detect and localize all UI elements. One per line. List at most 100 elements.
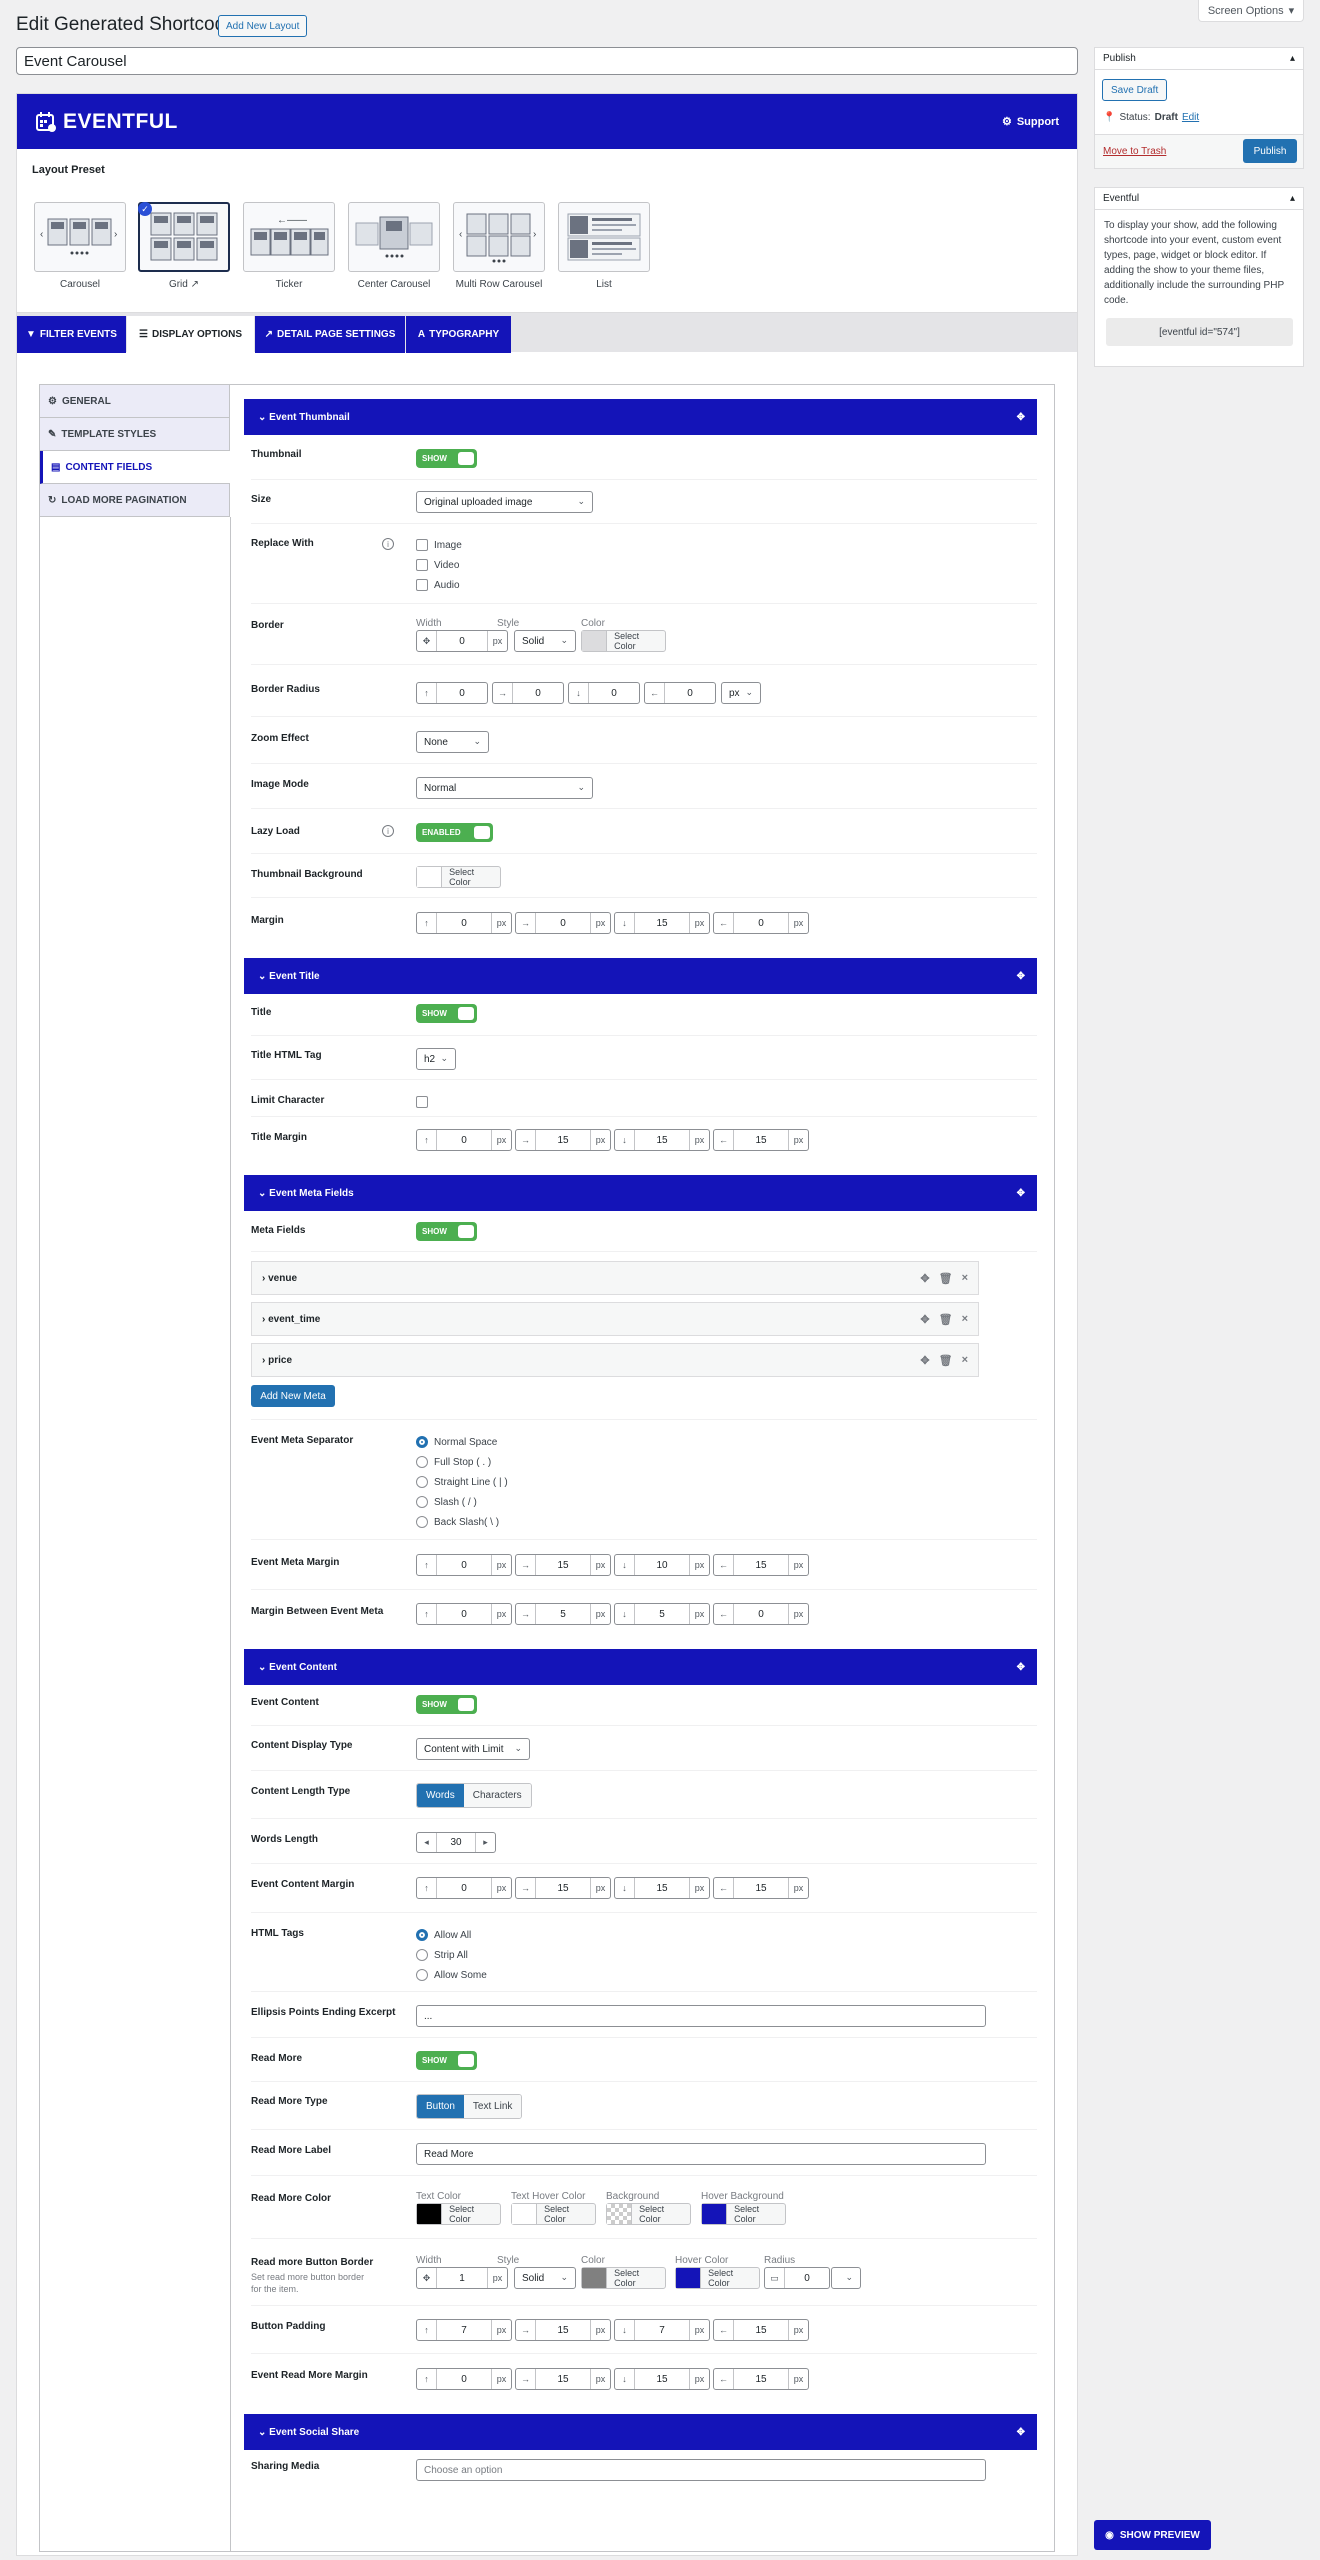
event-content-toggle[interactable]: SHOW — [416, 1695, 477, 1714]
radius-bottom-left-input[interactable]: ← 0 — [644, 682, 716, 704]
tab-typography[interactable]: A TYPOGRAPHY — [406, 316, 511, 353]
section-event-title-header[interactable]: ⌄ Event Title ✥ — [244, 958, 1037, 994]
html-allow-some-radio[interactable]: Allow Some — [416, 1969, 487, 1981]
meta-margin-right-input[interactable]: → 15 px — [515, 1554, 611, 1576]
border-width-input[interactable]: ✥ 0 px — [416, 630, 508, 652]
section-event-meta-header[interactable]: ⌄ Event Meta Fields ✥ — [244, 1175, 1037, 1211]
words-length-stepper[interactable]: ◂ 30 ▸ — [416, 1832, 496, 1853]
show-preview-button[interactable]: ◉ SHOW PREVIEW — [1094, 2520, 1211, 2550]
text-hover-color-picker[interactable]: Select Color — [511, 2203, 596, 2225]
radius-top-right-input[interactable]: → 0 — [492, 682, 564, 704]
margin-top-input[interactable]: ↑ 0 px — [416, 912, 512, 934]
add-new-meta-button[interactable]: Add New Meta — [251, 1385, 335, 1407]
text-link-option[interactable]: Text Link — [463, 2095, 522, 2118]
border-color-picker[interactable]: Select Color — [581, 630, 666, 652]
meta-margin-bottom-input[interactable]: ↓ 10 px — [614, 1554, 710, 1576]
read-more-toggle[interactable]: SHOW — [416, 2051, 477, 2070]
meta-item-event-time[interactable]: › event_time ✥ 🗑 × — [251, 1302, 979, 1336]
post-title-input[interactable]: Event Carousel — [16, 47, 1078, 75]
move-icon[interactable]: ✥ — [1017, 2427, 1025, 2438]
meta-margin-left-input[interactable]: ← 15 px — [713, 1554, 809, 1576]
text-color-picker[interactable]: Select Color — [416, 2203, 501, 2225]
separator-straight-line-radio[interactable]: Straight Line ( | ) — [416, 1476, 508, 1488]
preset-carousel[interactable]: ‹ › — [34, 202, 126, 272]
button-border-color-picker[interactable]: Select Color — [581, 2267, 666, 2289]
words-option[interactable]: Words — [417, 1784, 464, 1807]
image-mode-select[interactable]: Normal ⌄ — [416, 777, 593, 799]
shortcode-value[interactable]: [eventful id="574"] — [1106, 318, 1293, 346]
move-icon[interactable]: ✥ — [1017, 1662, 1025, 1673]
content-margin-left-input[interactable]: ← 15 px — [713, 1877, 809, 1899]
section-event-social-share-header[interactable]: ⌄ Event Social Share ✥ — [244, 2414, 1037, 2450]
between-margin-top-input[interactable]: ↑ 0 px — [416, 1603, 512, 1625]
button-border-radius-input[interactable]: ▭ 0 — [764, 2267, 830, 2289]
title-margin-bottom-input[interactable]: ↓ 15 px — [614, 1129, 710, 1151]
zoom-effect-select[interactable]: None ⌄ — [416, 731, 489, 753]
button-padding-right-input[interactable]: → 15 px — [515, 2319, 611, 2341]
read-more-type-toggle[interactable]: Button Text Link — [416, 2094, 523, 2119]
publish-button[interactable]: Publish — [1243, 139, 1297, 163]
read-more-margin-right-input[interactable]: → 15 px — [515, 2368, 611, 2390]
move-icon[interactable]: ✥ — [1017, 971, 1025, 982]
preset-grid[interactable]: ✓ — [138, 202, 230, 272]
status-edit-link[interactable]: Edit — [1182, 112, 1199, 123]
section-event-content-header[interactable]: ⌄ Event Content ✥ — [244, 1649, 1037, 1685]
meta-margin-top-input[interactable]: ↑ 0 px — [416, 1554, 512, 1576]
sidebar-item-load-more-pagination[interactable]: ↻ LOAD MORE PAGINATION — [40, 484, 230, 517]
between-margin-bottom-input[interactable]: ↓ 5 px — [614, 1603, 710, 1625]
radius-unit-select[interactable]: px ⌄ — [721, 682, 761, 704]
meta-item-venue[interactable]: › venue ✥ 🗑 × — [251, 1261, 979, 1295]
replace-video-checkbox[interactable]: Video — [416, 559, 459, 571]
margin-bottom-input[interactable]: ↓ 15 px — [614, 912, 710, 934]
separator-back-slash-radio[interactable]: Back Slash( \ ) — [416, 1516, 499, 1528]
content-display-type-select[interactable]: Content with Limit ⌄ — [416, 1738, 530, 1760]
section-event-thumbnail-header[interactable]: ⌄ Event Thumbnail ✥ — [244, 399, 1037, 435]
tab-detail-page-settings[interactable]: ↗ DETAIL PAGE SETTINGS — [255, 316, 405, 353]
separator-slash-radio[interactable]: Slash ( / ) — [416, 1496, 477, 1508]
border-style-select[interactable]: Solid ⌄ — [514, 630, 576, 652]
sidebar-item-content-fields[interactable]: ▤ CONTENT FIELDS — [40, 451, 230, 484]
read-more-margin-bottom-input[interactable]: ↓ 15 px — [614, 2368, 710, 2390]
meta-item-price[interactable]: › price ✥ 🗑 × — [251, 1343, 979, 1377]
button-border-style-select[interactable]: Solid ⌄ — [514, 2267, 576, 2289]
button-padding-top-input[interactable]: ↑ 7 px — [416, 2319, 512, 2341]
content-length-type-toggle[interactable]: Words Characters — [416, 1783, 532, 1808]
preset-list[interactable] — [558, 202, 650, 272]
preset-multi-row-carousel[interactable]: ‹ › — [453, 202, 545, 272]
move-icon[interactable]: ✥ — [1017, 1188, 1025, 1199]
radius-bottom-right-input[interactable]: ↓ 0 — [568, 682, 640, 704]
screen-options-button[interactable]: Screen Options ▾ — [1198, 0, 1304, 22]
characters-option[interactable]: Characters — [463, 1784, 531, 1807]
title-toggle[interactable]: SHOW — [416, 1004, 477, 1023]
save-draft-button[interactable]: Save Draft — [1102, 79, 1168, 101]
tab-filter-events[interactable]: ▼ FILTER EVENTS — [17, 316, 126, 353]
thumbnail-toggle[interactable]: SHOW — [416, 449, 477, 468]
move-icon[interactable]: ✥ — [1017, 412, 1025, 423]
read-more-label-input[interactable]: Read More — [416, 2143, 986, 2165]
tab-display-options[interactable]: ☰ DISPLAY OPTIONS — [127, 316, 254, 353]
replace-audio-checkbox[interactable]: Audio — [416, 579, 460, 591]
content-margin-right-input[interactable]: → 15 px — [515, 1877, 611, 1899]
ellipsis-input[interactable]: ... — [416, 2005, 986, 2027]
radius-top-left-input[interactable]: ↑ 0 — [416, 682, 488, 704]
button-border-radius-unit[interactable]: ⌄ — [831, 2267, 861, 2289]
button-padding-left-input[interactable]: ← 15 px — [713, 2319, 809, 2341]
margin-left-input[interactable]: ← 0 px — [713, 912, 809, 934]
button-border-width-input[interactable]: ✥ 1 px — [416, 2267, 508, 2289]
meta-fields-toggle[interactable]: SHOW — [416, 1222, 477, 1241]
support-link[interactable]: ⚙ Support — [1002, 115, 1059, 129]
between-margin-right-input[interactable]: → 5 px — [515, 1603, 611, 1625]
sharing-media-select[interactable]: Choose an option — [416, 2459, 986, 2481]
button-padding-bottom-input[interactable]: ↓ 7 px — [614, 2319, 710, 2341]
title-margin-right-input[interactable]: → 15 px — [515, 1129, 611, 1151]
preset-center-carousel[interactable] — [348, 202, 440, 272]
margin-right-input[interactable]: → 0 px — [515, 912, 611, 934]
read-more-margin-left-input[interactable]: ← 15 px — [713, 2368, 809, 2390]
hover-background-color-picker[interactable]: Select Color — [701, 2203, 786, 2225]
html-strip-all-radio[interactable]: Strip All — [416, 1949, 468, 1961]
lazy-load-toggle[interactable]: ENABLED — [416, 823, 493, 842]
sidebar-item-template-styles[interactable]: ✎ TEMPLATE STYLES — [40, 418, 230, 451]
preset-ticker[interactable]: ←—— — [243, 202, 335, 272]
separator-normal-space-radio[interactable]: Normal Space — [416, 1436, 497, 1448]
thumbnail-background-picker[interactable]: Select Color — [416, 866, 501, 888]
